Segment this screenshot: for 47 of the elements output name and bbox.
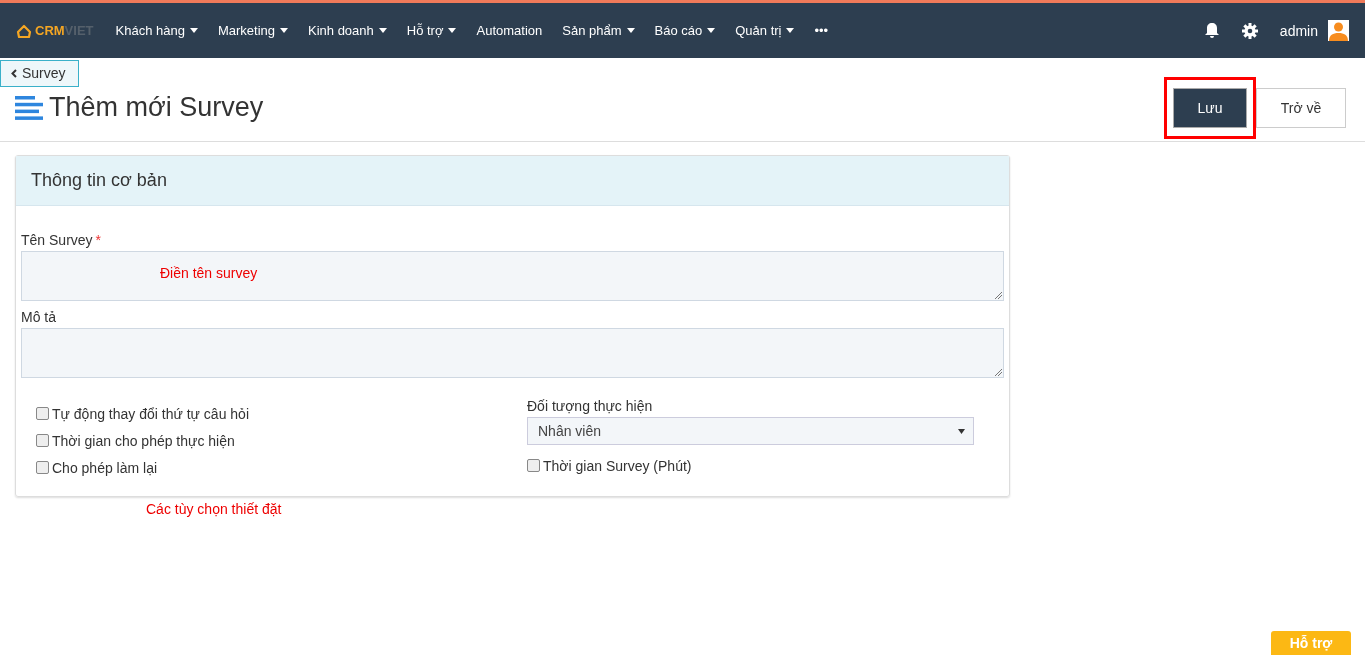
nav-menu-item[interactable]: Báo cáo xyxy=(654,23,716,38)
caret-icon xyxy=(448,28,457,33)
caret-icon xyxy=(786,28,795,33)
checkbox[interactable] xyxy=(36,461,49,474)
nav-menu-item[interactable]: Quản trị xyxy=(735,23,795,38)
checkbox-label: Thời gian Survey (Phút) xyxy=(543,457,692,474)
chevron-left-icon xyxy=(11,68,17,78)
nav-menu-item[interactable]: Khách hàng xyxy=(115,23,198,38)
select-dropdown[interactable]: Nhân viên xyxy=(527,417,974,445)
caret-icon xyxy=(378,28,387,33)
caret-icon xyxy=(189,28,198,33)
annotation-text: Điền tên survey xyxy=(160,265,258,281)
annotation-text: Các tùy chọn thiết đặt xyxy=(146,501,282,517)
avatar-icon[interactable] xyxy=(1328,20,1349,41)
checkbox[interactable] xyxy=(527,459,540,472)
field-label: Đối tượng thực hiện xyxy=(527,398,654,414)
required-mark: * xyxy=(95,232,102,248)
nav-menu-item[interactable]: Marketing xyxy=(217,23,288,38)
nav-menu-item[interactable]: Hỗ trợ xyxy=(406,23,457,38)
settings-icon[interactable] xyxy=(1241,22,1258,39)
nav-menu-item[interactable]: Kinh doanh xyxy=(308,23,387,38)
page-title: Thêm mới Survey xyxy=(49,92,264,123)
caret-icon xyxy=(958,428,965,434)
list-icon xyxy=(15,95,43,120)
field-label: Tên Survey xyxy=(21,232,93,248)
breadcrumb-back-link[interactable]: Survey xyxy=(0,60,79,87)
checkbox[interactable] xyxy=(36,407,49,420)
caret-icon xyxy=(707,28,716,33)
panel-title: Thông tin cơ bản xyxy=(16,156,1009,206)
text-area[interactable]: Điền tên survey xyxy=(21,251,1004,301)
resize-grip-icon xyxy=(995,292,1002,299)
checkbox-label: Cho phép làm lại xyxy=(52,459,158,476)
user-name[interactable]: admin xyxy=(1279,22,1318,39)
caret-icon xyxy=(280,28,288,33)
logo-icon xyxy=(16,23,32,38)
nav-menu-item[interactable]: ••• xyxy=(814,23,829,38)
caret-icon xyxy=(626,28,635,33)
save-button[interactable]: Lưu xyxy=(1173,88,1247,128)
field-label: Mô tả xyxy=(21,309,56,325)
back-button[interactable]: Trở về xyxy=(1256,88,1346,128)
checkbox-label: Tự động thay đổi thứ tự câu hỏi xyxy=(52,405,249,422)
bell-icon[interactable] xyxy=(1203,22,1220,39)
resize-grip-icon xyxy=(995,369,1002,376)
checkbox-label: Thời gian cho phép thực hiện xyxy=(52,432,235,449)
nav-menu-item[interactable]: Automation xyxy=(476,23,543,38)
nav-menu-item[interactable]: Sản phẩm xyxy=(562,23,635,38)
checkbox[interactable] xyxy=(36,434,49,447)
